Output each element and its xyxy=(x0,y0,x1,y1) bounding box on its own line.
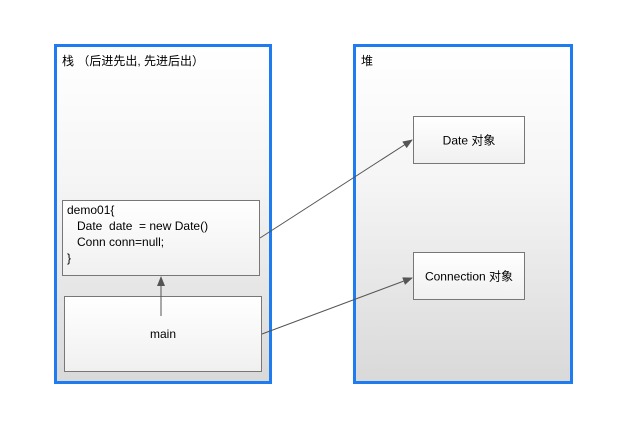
date-reference-arrow xyxy=(259,139,413,239)
connection-reference-arrow xyxy=(261,277,413,335)
reference-arrows xyxy=(157,139,413,335)
